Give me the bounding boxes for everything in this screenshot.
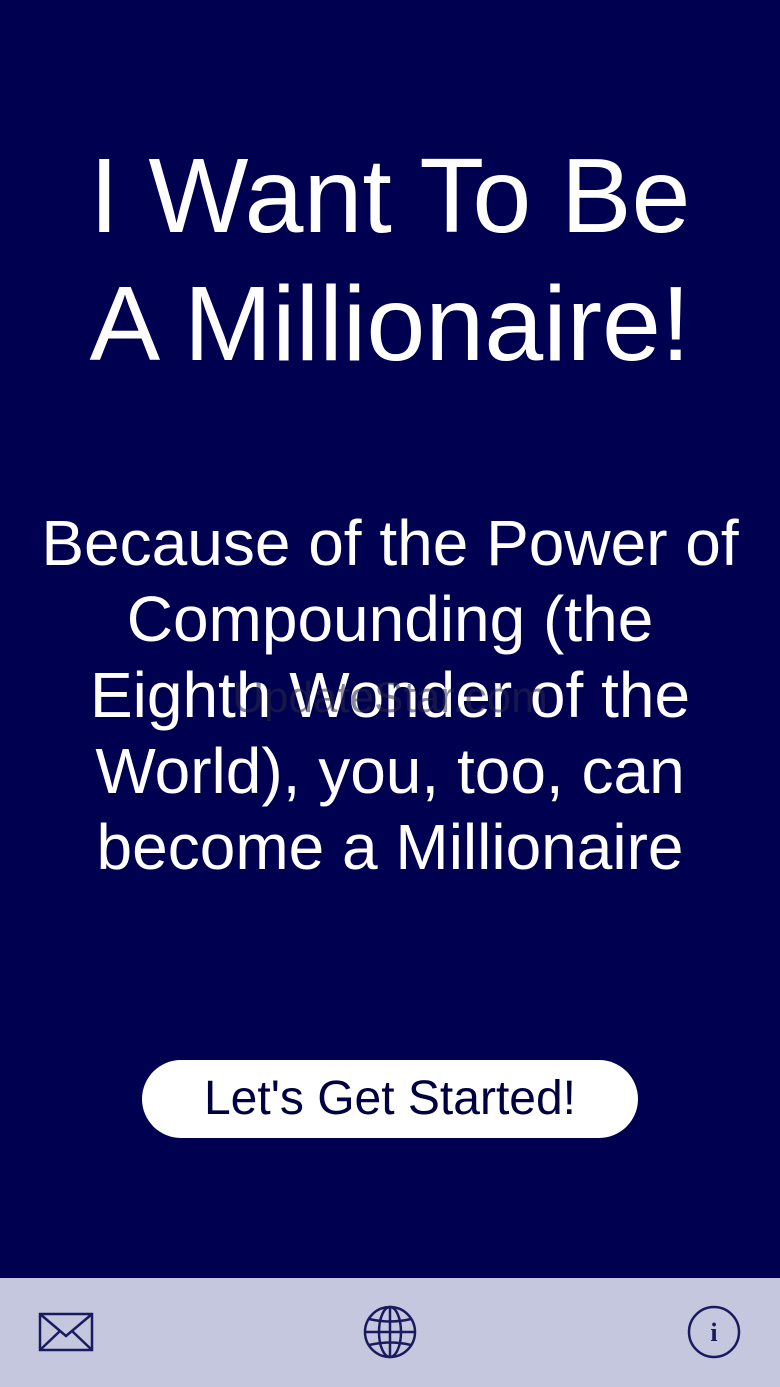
headline-line-1: I Want To Be: [89, 137, 691, 255]
globe-icon: [362, 1304, 418, 1360]
get-started-button[interactable]: Let's Get Started!: [142, 1060, 638, 1138]
mail-icon: [38, 1312, 94, 1352]
main-screen: I Want To Be A Millionaire! Because of t…: [0, 0, 780, 1278]
mail-button[interactable]: [36, 1302, 96, 1362]
info-button[interactable]: i: [684, 1302, 744, 1362]
bottom-toolbar: i: [0, 1278, 780, 1387]
tagline-text: Because of the Power of Compounding (the…: [41, 507, 739, 883]
page-title: I Want To Be A Millionaire!: [0, 132, 780, 388]
website-button[interactable]: [360, 1302, 420, 1362]
info-icon: i: [686, 1304, 742, 1360]
headline-line-2: A Millionaire!: [89, 265, 691, 383]
svg-text:i: i: [710, 1318, 717, 1347]
